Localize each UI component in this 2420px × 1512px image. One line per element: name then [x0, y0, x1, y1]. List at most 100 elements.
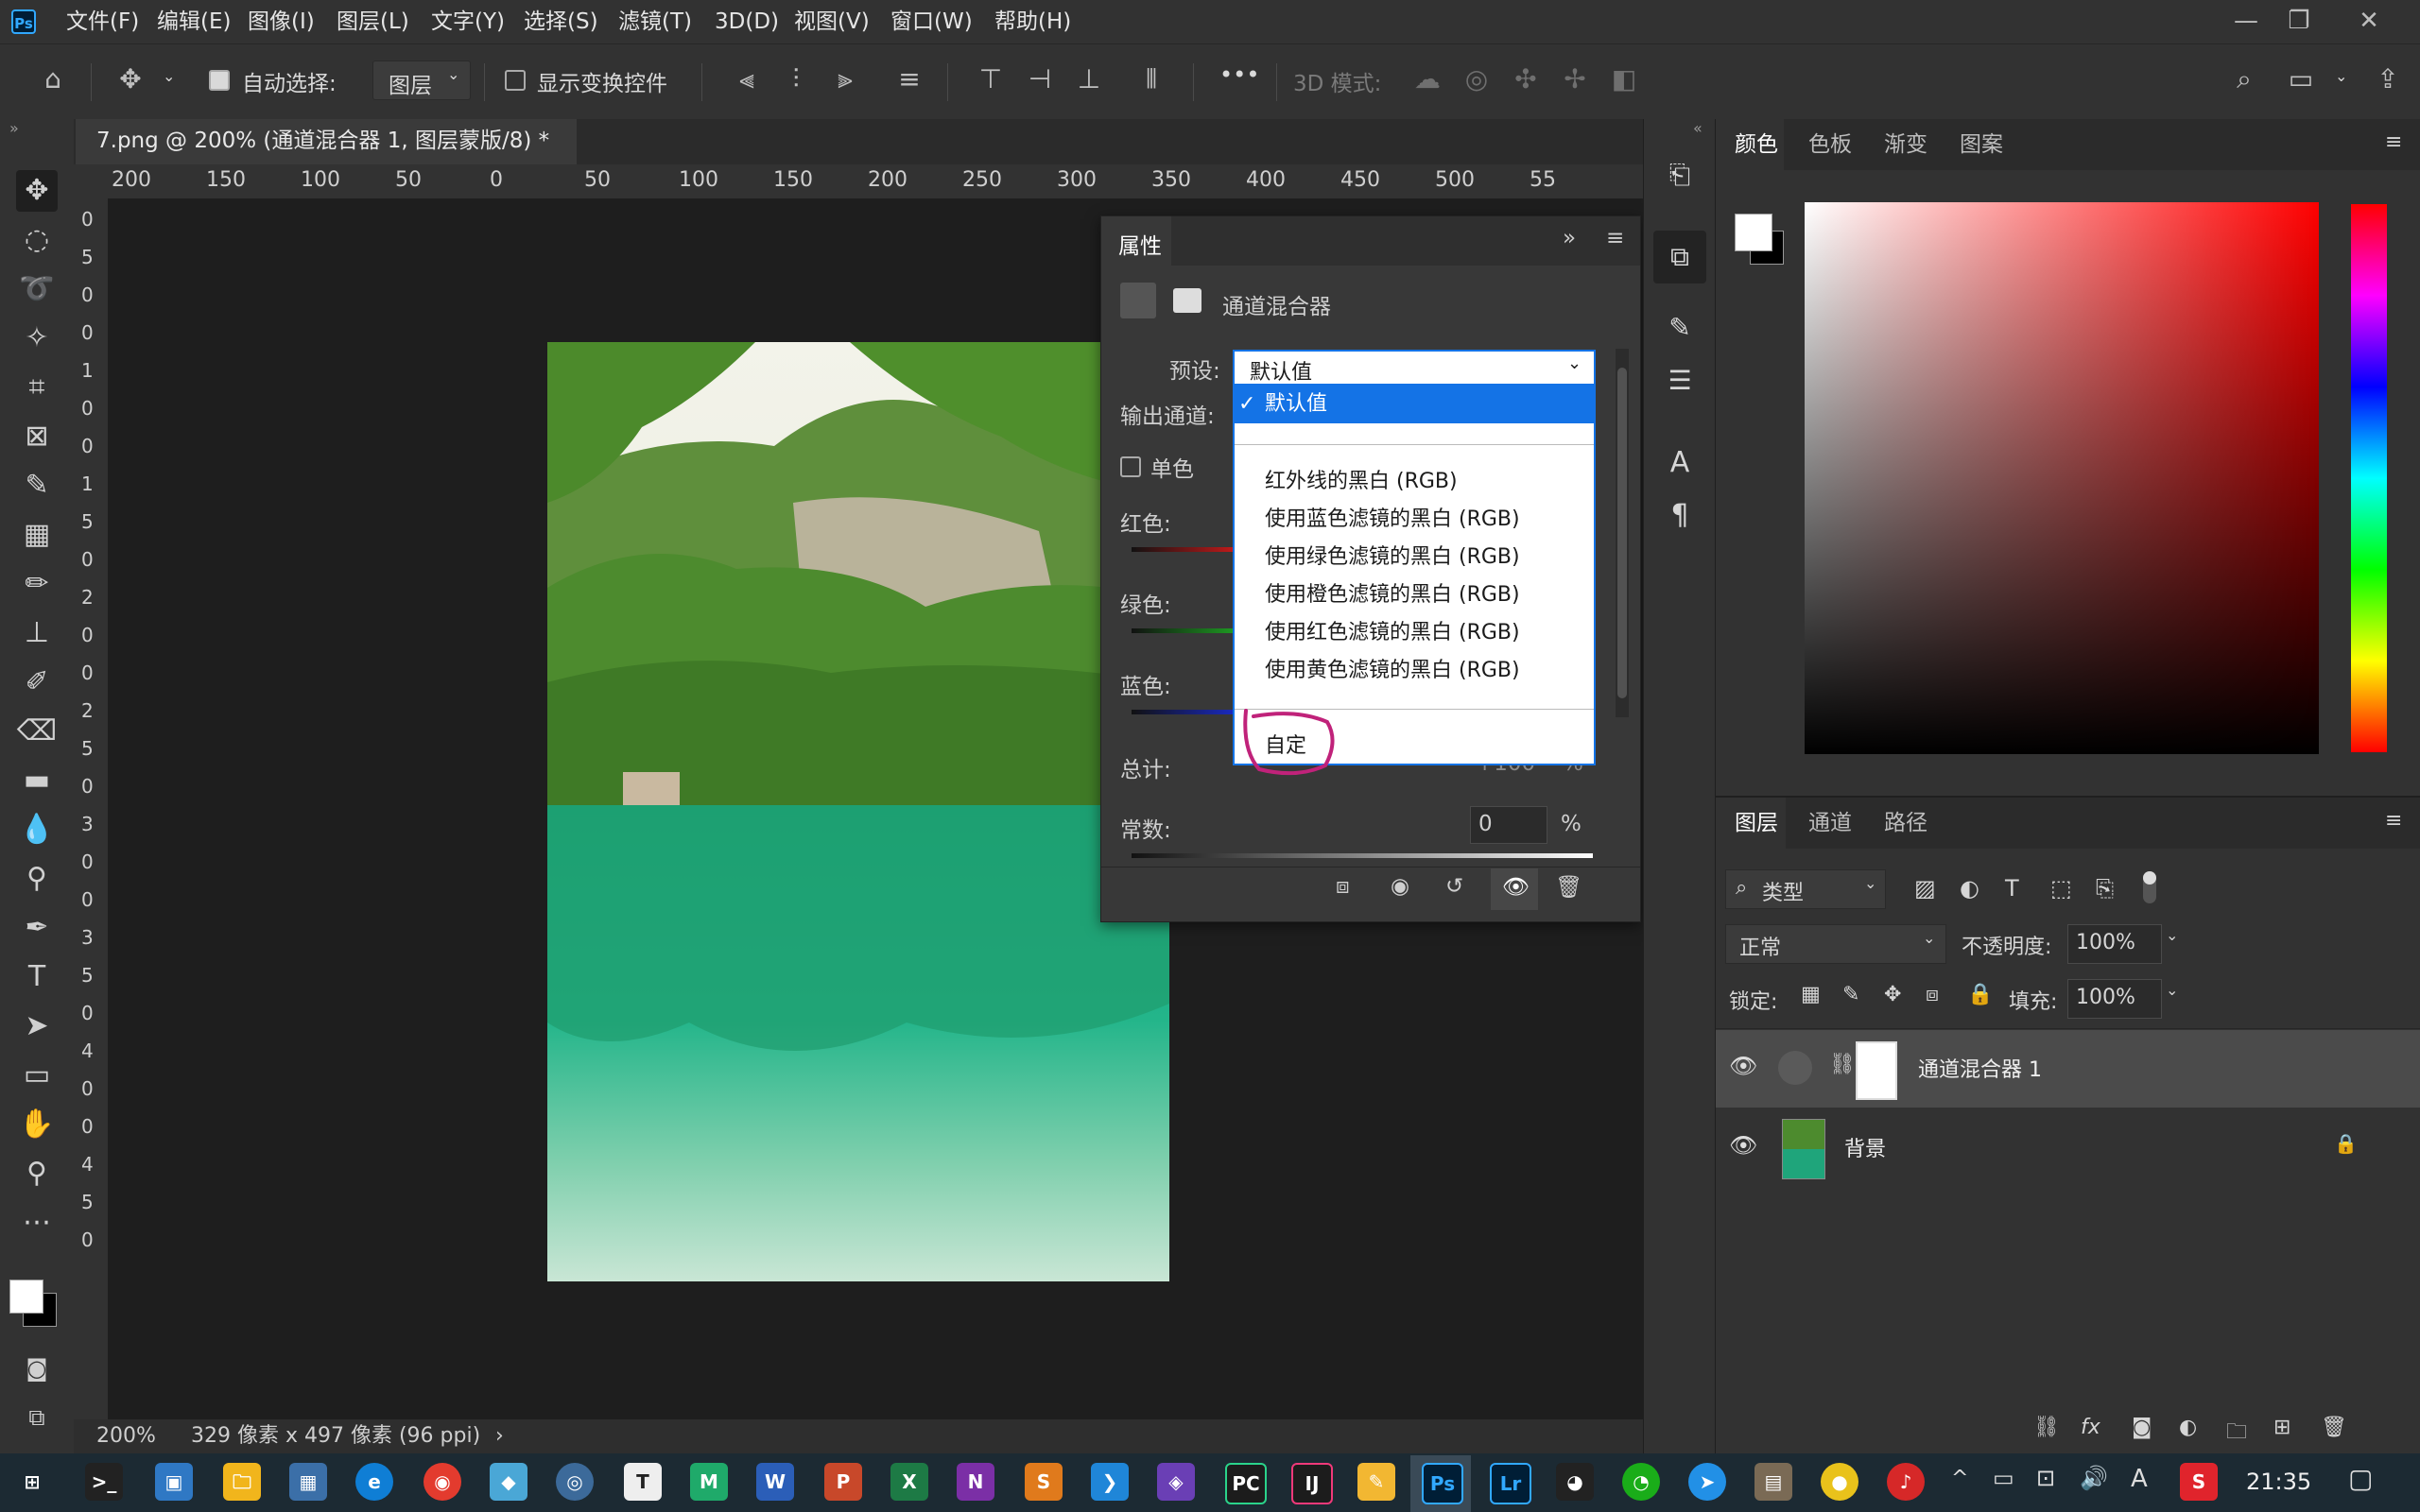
network-icon[interactable]: ⊡: [2036, 1465, 2055, 1491]
type-tool-icon[interactable]: T: [16, 956, 58, 998]
menu-edit[interactable]: 编辑(E): [157, 0, 231, 43]
tab-channels[interactable]: 通道: [1808, 798, 1852, 849]
close-window-button[interactable]: ✕: [2342, 0, 2395, 43]
calculator-icon[interactable]: ▦: [289, 1463, 327, 1501]
visibility-eye-icon[interactable]: 👁: [1502, 874, 1530, 900]
powerpoint-icon[interactable]: P: [824, 1463, 862, 1501]
preset-option[interactable]: 使用红色滤镜的黑白 (RGB): [1235, 614, 1594, 652]
layer-filter-select[interactable]: ⌕ 类型 ⌄: [1725, 869, 1886, 909]
panel-menu-icon[interactable]: ≡: [1606, 226, 1624, 250]
align-top-icon[interactable]: ⊤: [974, 63, 1008, 94]
photoshop-taskbar-icon[interactable]: Ps: [1422, 1463, 1463, 1504]
panel-menu-icon[interactable]: ≡: [2385, 130, 2402, 154]
green-slider[interactable]: [1132, 628, 1236, 633]
document-image[interactable]: [547, 342, 1169, 1281]
volume-icon[interactable]: 🔊: [2080, 1465, 2108, 1491]
restore-button[interactable]: ❐: [2273, 0, 2325, 43]
notification-icon[interactable]: ▢: [2348, 1463, 2373, 1494]
preset-option[interactable]: 使用橙色滤镜的黑白 (RGB): [1235, 576, 1594, 614]
zoom-tool-icon[interactable]: ⚲: [16, 1153, 58, 1194]
align-right-icon[interactable]: ⫸: [828, 63, 862, 95]
path-select-icon[interactable]: ➤: [16, 1005, 58, 1047]
menu-3d[interactable]: 3D(D): [715, 0, 779, 43]
mindmap-icon[interactable]: M: [690, 1463, 728, 1501]
vscode-icon[interactable]: ❯: [1091, 1463, 1129, 1501]
tab-swatches[interactable]: 色板: [1808, 119, 1852, 170]
status-menu-arrow[interactable]: ›: [495, 1419, 504, 1453]
layer-name[interactable]: 背景: [1844, 1132, 1886, 1162]
lock-image-icon[interactable]: ✎: [1842, 983, 1859, 1006]
delete-layer-icon[interactable]: 🗑: [2321, 1416, 2347, 1439]
gradient-tool-icon[interactable]: ▬: [16, 760, 58, 801]
blue-slider[interactable]: [1132, 710, 1236, 714]
menu-type[interactable]: 文字(Y): [431, 0, 505, 43]
workspace-icon[interactable]: ▭: [2282, 63, 2320, 94]
pen-tool-icon[interactable]: ✒: [16, 907, 58, 949]
chrome-icon[interactable]: ◉: [424, 1463, 461, 1501]
menu-filter[interactable]: 滤镜(T): [618, 0, 692, 43]
brush-tool-icon[interactable]: ✏: [16, 563, 58, 605]
menu-image[interactable]: 图像(I): [248, 0, 315, 43]
lightroom-icon[interactable]: Lr: [1490, 1463, 1531, 1504]
collapse-icon[interactable]: »: [9, 119, 19, 137]
constant-input[interactable]: 0: [1470, 806, 1547, 844]
history-panel-icon[interactable]: ⎗: [1659, 159, 1701, 200]
eraser-icon[interactable]: ⌫: [16, 711, 58, 752]
new-layer-icon[interactable]: ⊞: [2273, 1416, 2290, 1439]
add-mask-icon[interactable]: ◙: [2132, 1416, 2152, 1439]
tab-color[interactable]: 颜色: [1735, 119, 1778, 170]
fx-icon[interactable]: fx: [2081, 1416, 2100, 1439]
file-explorer-icon[interactable]: 🗀: [223, 1463, 261, 1501]
history-brush-icon[interactable]: ✐: [16, 662, 58, 703]
visual-studio-icon[interactable]: ◈: [1157, 1463, 1195, 1501]
lock-transparent-icon[interactable]: ▦: [1801, 983, 1821, 1006]
filter-pixel-icon[interactable]: ▨: [1914, 875, 1936, 902]
visibility-eye-icon[interactable]: 👁: [1729, 1132, 1757, 1159]
chevron-down-icon[interactable]: ⌄: [163, 67, 175, 85]
search-icon[interactable]: ⌕: [2225, 63, 2263, 95]
tray-chevron-icon[interactable]: ^: [1951, 1467, 1968, 1490]
menu-file[interactable]: 文件(F): [66, 0, 139, 43]
battery-icon[interactable]: ▭: [1993, 1465, 2014, 1491]
clock[interactable]: 21:35: [2246, 1469, 2311, 1495]
link-icon[interactable]: ⛓: [1829, 1053, 1856, 1076]
menu-window[interactable]: 窗口(W): [890, 0, 973, 43]
character-panel-icon[interactable]: A: [1659, 446, 1701, 488]
fill-input[interactable]: 100%: [2067, 979, 2162, 1019]
ime-indicator[interactable]: A: [2131, 1465, 2148, 1493]
paragraph-panel-icon[interactable]: ¶: [1659, 499, 1701, 541]
filter-shape-icon[interactable]: ⬚: [2050, 875, 2072, 902]
link-layers-icon[interactable]: ⛓: [2033, 1416, 2060, 1439]
preset-select[interactable]: 默认值 ⌄: [1233, 350, 1596, 386]
crop-tool-icon[interactable]: ⌗: [16, 367, 58, 408]
lasso-tool-icon[interactable]: ➰: [16, 268, 58, 310]
blur-tool-icon[interactable]: 💧: [16, 809, 58, 850]
layer-mask-thumbnail[interactable]: [1856, 1041, 1897, 1100]
chevron-down-icon[interactable]: ⌄: [2166, 926, 2178, 944]
excel-icon[interactable]: X: [890, 1463, 928, 1501]
typora-icon[interactable]: T: [624, 1463, 662, 1501]
sublime-icon[interactable]: S: [1025, 1463, 1063, 1501]
red-slider[interactable]: [1132, 547, 1236, 552]
zoom-level[interactable]: 200%: [96, 1419, 156, 1453]
lock-artboard-icon[interactable]: ⧈: [1926, 983, 1939, 1006]
rectangle-tool-icon[interactable]: ▭: [16, 1055, 58, 1096]
preset-option[interactable]: 使用黄色滤镜的黑白 (RGB): [1235, 652, 1594, 690]
word-icon[interactable]: W: [756, 1463, 794, 1501]
adjustments-panel-icon[interactable]: ☰: [1659, 365, 1701, 406]
wechat-icon[interactable]: ◔: [1622, 1463, 1660, 1501]
filter-type-icon[interactable]: T: [2005, 875, 2019, 902]
scrollbar-thumb[interactable]: [1617, 368, 1627, 698]
app-icon[interactable]: ◆: [490, 1463, 527, 1501]
app-icon[interactable]: ●: [1821, 1463, 1858, 1501]
align-left-icon[interactable]: ⫷: [730, 63, 764, 95]
lock-all-icon[interactable]: 🔒: [1967, 983, 1993, 1006]
monochrome-checkbox[interactable]: [1120, 456, 1141, 477]
view-previous-icon[interactable]: ◉: [1391, 874, 1409, 899]
hue-slider[interactable]: [2351, 204, 2387, 752]
marquee-tool-icon[interactable]: ◌: [16, 219, 58, 261]
collapse-panel-icon[interactable]: »: [1563, 226, 1576, 250]
filter-toggle[interactable]: [2143, 871, 2156, 903]
constant-slider[interactable]: [1132, 853, 1593, 858]
intellij-icon[interactable]: IJ: [1291, 1463, 1333, 1504]
